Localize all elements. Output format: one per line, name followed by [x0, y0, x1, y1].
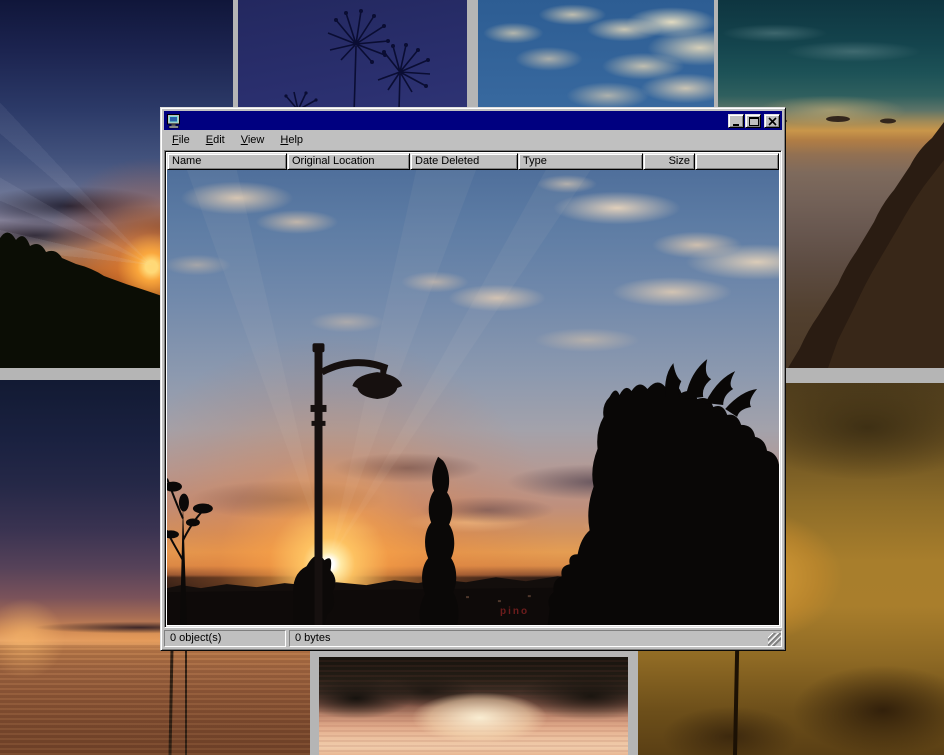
- column-header-type[interactable]: Type: [518, 153, 643, 170]
- sunset-scene-silhouettes: [167, 170, 779, 625]
- status-bar: 0 object(s) 0 bytes: [164, 630, 782, 647]
- close-button[interactable]: [764, 114, 780, 128]
- maximize-button[interactable]: [745, 114, 761, 128]
- menu-bar: FileEditViewHelp: [164, 131, 782, 150]
- column-header-blank[interactable]: [695, 153, 779, 170]
- photo-watermark: pino: [500, 606, 529, 617]
- wallpaper-photo-reflection-ripples: [319, 657, 628, 755]
- menu-help[interactable]: Help: [272, 132, 311, 149]
- file-list[interactable]: NameOriginal LocationDate DeletedTypeSiz…: [164, 150, 782, 628]
- column-header-date-deleted[interactable]: Date Deleted: [410, 153, 518, 170]
- column-header-size[interactable]: Size: [643, 153, 695, 170]
- list-background-photo: pino: [167, 170, 779, 625]
- minimize-button[interactable]: [728, 114, 744, 128]
- status-objects: 0 object(s): [164, 630, 286, 647]
- column-header-original-location[interactable]: Original Location: [287, 153, 410, 170]
- menu-file[interactable]: File: [164, 132, 198, 149]
- right-trees-silhouette: [548, 359, 779, 625]
- sun-rays: [187, 170, 591, 562]
- status-bytes: 0 bytes: [289, 630, 782, 647]
- maximize-icon: [746, 115, 762, 129]
- minimize-icon: [729, 115, 745, 129]
- column-header-row: NameOriginal LocationDate DeletedTypeSiz…: [167, 153, 779, 170]
- window-titlebar[interactable]: [164, 111, 782, 130]
- menu-view[interactable]: View: [233, 132, 273, 149]
- column-header-name[interactable]: Name: [167, 153, 287, 170]
- menu-edit[interactable]: Edit: [198, 132, 233, 149]
- close-icon: [765, 115, 781, 129]
- resize-grip[interactable]: [768, 633, 781, 646]
- computer-icon[interactable]: [166, 113, 182, 129]
- recycle-bin-window: FileEditViewHelp NameOriginal LocationDa…: [160, 107, 786, 651]
- cypress-tree-silhouette: [420, 457, 459, 625]
